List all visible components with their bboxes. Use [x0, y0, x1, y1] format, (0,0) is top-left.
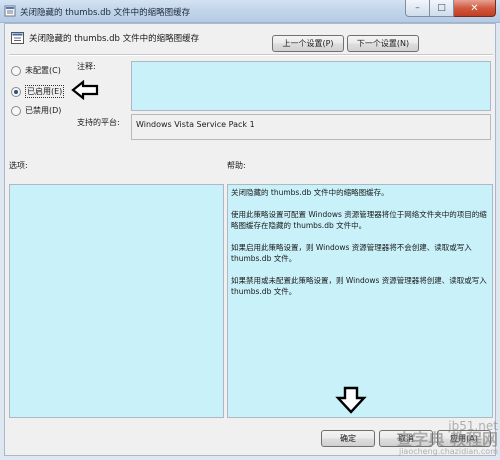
- watermark-url: jiaocheng.chazidian.com: [398, 447, 498, 456]
- setting-title: 关闭隐藏的 thumbs.db 文件中的缩略图缓存: [29, 34, 200, 44]
- radio-label-enabled: 已启用(E): [25, 85, 65, 98]
- radio-circle[interactable]: [11, 65, 21, 76]
- supported-platform-label: 支持的平台:: [77, 118, 120, 127]
- radio-circle[interactable]: [11, 105, 21, 116]
- help-paragraph: 关闭隐藏的 thumbs.db 文件中的缩略图缓存。: [231, 188, 389, 197]
- radio-circle-checked[interactable]: [11, 86, 21, 97]
- policy-icon: [4, 5, 16, 17]
- help-label: 帮助:: [227, 161, 246, 170]
- radio-disabled[interactable]: 已禁用(D): [11, 105, 61, 116]
- header-divider: [9, 54, 493, 56]
- comment-label: 注释:: [77, 62, 96, 71]
- minimize-button[interactable]: –: [405, 0, 430, 17]
- annotation-down-arrow-icon: [335, 386, 367, 414]
- help-pane[interactable]: 关闭隐藏的 thumbs.db 文件中的缩略图缓存。 使用此策略设置可配置 Wi…: [227, 184, 493, 418]
- dialog-body: 关闭隐藏的 thumbs.db 文件中的缩略图缓存 上一个设置(P) 下一个设置…: [4, 23, 496, 456]
- watermark-brand: 查字典 教程网: [396, 430, 498, 449]
- options-pane: [9, 184, 224, 418]
- maximize-button[interactable]: □: [430, 0, 454, 17]
- help-paragraph: 如果禁用或未配置此策略设置，则 Windows 资源管理器将创建、读取或写入 t…: [231, 276, 487, 296]
- window-controls: – □ ✕: [405, 0, 496, 17]
- help-paragraph: 如果启用此策略设置，则 Windows 资源管理器将不会创建、读取或写入 thu…: [231, 243, 472, 263]
- help-paragraph: 使用此策略设置可配置 Windows 资源管理器将位于网络文件夹中的项目的缩略图…: [231, 210, 487, 230]
- watermark: jb51.net 查字典 教程网 jiaocheng.chazidian.com: [396, 420, 498, 456]
- window-title: 关闭隐藏的 thumbs.db 文件中的缩略图缓存: [20, 8, 191, 18]
- radio-enabled[interactable]: 已启用(E): [11, 85, 65, 98]
- previous-setting-button[interactable]: 上一个设置(P): [272, 35, 344, 52]
- window-title-bar[interactable]: 关闭隐藏的 thumbs.db 文件中的缩略图缓存 – □ ✕: [0, 0, 500, 23]
- policy-setting-icon: [11, 32, 24, 44]
- options-label: 选项:: [9, 161, 28, 170]
- radio-label-not-configured: 未配置(C): [25, 66, 61, 75]
- annotation-left-arrow-icon: [71, 80, 99, 100]
- close-button[interactable]: ✕: [454, 0, 496, 17]
- radio-not-configured[interactable]: 未配置(C): [11, 65, 61, 76]
- supported-platform-field: Windows Vista Service Pack 1: [131, 114, 491, 140]
- radio-label-disabled: 已禁用(D): [25, 106, 62, 115]
- ok-button[interactable]: 确定: [321, 430, 375, 447]
- next-setting-button[interactable]: 下一个设置(N): [347, 35, 419, 52]
- comment-textarea[interactable]: [131, 61, 491, 111]
